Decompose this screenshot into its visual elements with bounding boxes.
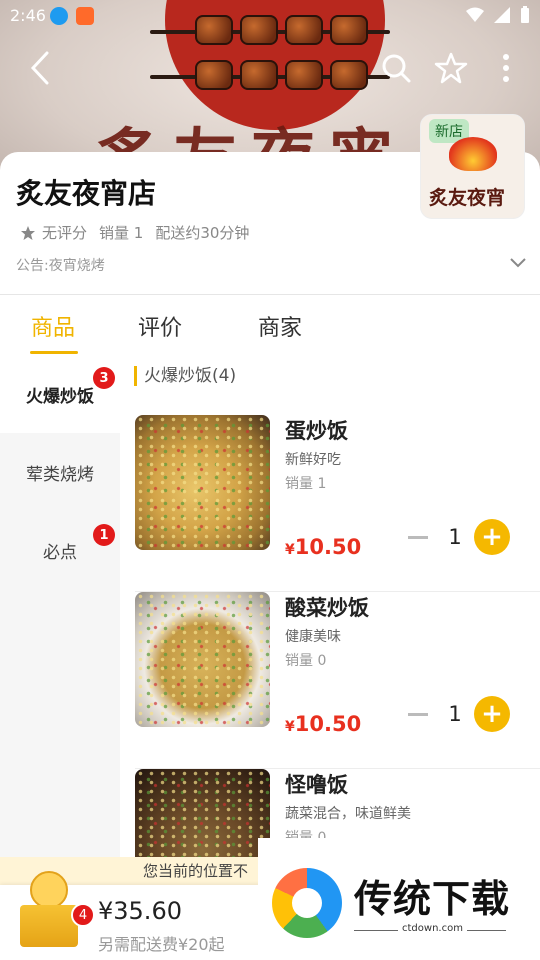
more-button[interactable]	[488, 50, 524, 86]
expand-notice-button[interactable]	[510, 252, 526, 273]
meat-piece	[195, 60, 233, 90]
watermark-url: ctdown.com	[398, 923, 467, 934]
meat-piece	[330, 60, 368, 90]
fire-icon	[449, 137, 497, 171]
plus-icon: +	[481, 522, 503, 552]
cart-count-badge: 4	[71, 903, 95, 927]
chevron-down-icon	[510, 258, 526, 268]
product-sales: 销量 1	[285, 476, 327, 492]
tab-goods[interactable]: 商品	[31, 310, 75, 342]
store-sales: 销量 1	[99, 224, 144, 242]
product-item[interactable]: 蛋炒饭 新鲜好吃 销量 1 ¥10.50 1 +	[120, 415, 540, 592]
store-tabs: 商品 评价 商家	[0, 296, 540, 358]
app-notification-icon	[76, 7, 94, 25]
back-button[interactable]	[22, 50, 58, 86]
watermark-logo-icon	[272, 868, 342, 938]
store-logo: 新店 炙友夜宵	[420, 114, 525, 219]
download-icon	[50, 7, 68, 25]
product-description: 新鲜好吃	[285, 452, 341, 468]
logo-text: 炙友夜宵	[429, 187, 506, 209]
product-item[interactable]: 酸菜炒饭 健康美味 销量 0 ¥10.50 1 +	[120, 592, 540, 769]
cart-total: ¥35.60	[98, 897, 182, 925]
category-label: 荤类烧烤	[26, 464, 94, 485]
status-time: 2:46	[10, 6, 46, 25]
product-quantity: 1	[448, 525, 462, 549]
product-image	[135, 592, 270, 727]
category-count-badge: 3	[93, 367, 115, 389]
favorite-button[interactable]	[433, 50, 469, 86]
search-button[interactable]	[378, 50, 414, 86]
decrease-quantity-button[interactable]	[408, 713, 428, 716]
product-name: 怪噜饭	[285, 773, 348, 797]
category-item-meat-bbq[interactable]: 荤类烧烤	[0, 433, 120, 511]
category-item-must-order[interactable]: 必点	[0, 511, 120, 589]
price-value: 10.50	[294, 535, 362, 559]
product-price: ¥10.50	[285, 712, 361, 736]
product-quantity: 1	[448, 702, 462, 726]
product-image	[135, 415, 270, 550]
product-name: 蛋炒饭	[285, 419, 348, 443]
category-label: 必点	[43, 542, 77, 563]
currency-symbol: ¥	[285, 542, 295, 558]
battery-icon	[521, 6, 529, 23]
status-indicators	[466, 6, 530, 24]
product-name: 酸菜炒饭	[285, 596, 369, 620]
star-icon	[21, 225, 35, 240]
price-value: 10.50	[294, 712, 362, 736]
search-icon	[382, 54, 411, 83]
delivery-fee-note: 另需配送费¥20起	[98, 935, 225, 954]
category-count-badge: 1	[93, 524, 115, 546]
watermark-text: 传统下载	[354, 877, 511, 921]
store-name: 炙友夜宵店	[16, 177, 157, 210]
store-rating: 无评分	[42, 224, 88, 242]
wifi-icon	[466, 7, 484, 22]
add-to-cart-button[interactable]: +	[474, 519, 510, 555]
more-vertical-icon	[503, 54, 509, 82]
meat-piece	[285, 60, 323, 90]
store-notice: 公告:夜宵烧烤	[16, 258, 105, 274]
plus-icon: +	[481, 699, 503, 729]
star-outline-icon	[434, 52, 468, 84]
product-price: ¥10.50	[285, 535, 361, 559]
store-meta: 无评分 销量 1 配送约30分钟	[20, 222, 249, 243]
watermark: 传统下载 ctdown.com	[258, 838, 540, 960]
signal-icon	[494, 7, 510, 23]
product-description: 健康美味	[285, 629, 341, 645]
active-tab-indicator	[30, 351, 78, 354]
product-description: 蔬菜混合，味道鲜美	[285, 806, 411, 822]
store-delivery-time: 配送约30分钟	[155, 224, 250, 242]
status-bar: 2:46	[0, 0, 540, 32]
product-image	[135, 769, 270, 859]
decrease-quantity-button[interactable]	[408, 536, 428, 539]
meat-piece	[240, 60, 278, 90]
section-title: 火爆炒饭(4)	[134, 366, 236, 386]
back-arrow-icon	[30, 51, 49, 85]
category-sidebar: 火爆炒饭 荤类烧烤 必点	[0, 355, 120, 860]
product-sales: 销量 0	[285, 653, 327, 669]
tab-reviews[interactable]: 评价	[138, 310, 182, 342]
currency-symbol: ¥	[285, 719, 295, 735]
category-label: 火爆炒饭	[26, 386, 94, 407]
add-to-cart-button[interactable]: +	[474, 696, 510, 732]
tab-merchant[interactable]: 商家	[258, 310, 302, 342]
